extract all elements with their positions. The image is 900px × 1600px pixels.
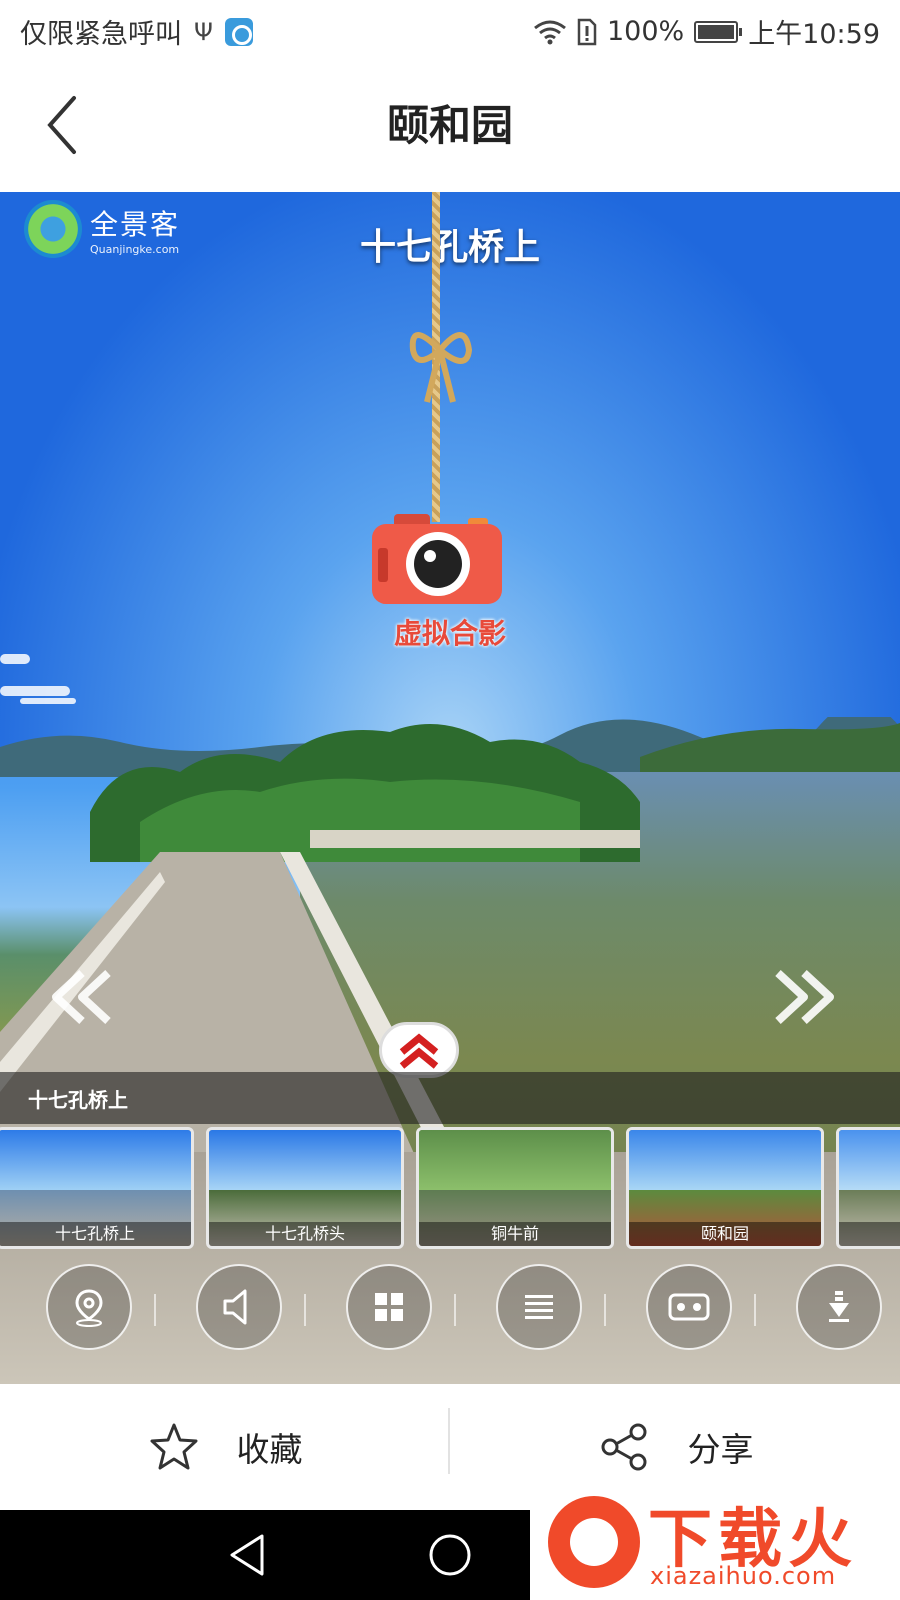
thumbnail-label: 颐和园 [629, 1222, 821, 1246]
double-chevron-up-icon [399, 1033, 439, 1069]
collapse-thumbnails-button[interactable] [379, 1022, 459, 1078]
vr-button[interactable] [646, 1264, 732, 1350]
scene-thumbnail[interactable]: 夫 [836, 1127, 900, 1249]
nav-home-icon[interactable] [425, 1530, 475, 1580]
clock: 上午10:59 [748, 19, 880, 50]
nav-back-icon[interactable] [222, 1530, 272, 1580]
toolbar-divider [454, 1294, 456, 1326]
status-right: 100% 上午10:59 [533, 12, 880, 51]
pano-sky [0, 192, 900, 752]
speaker-icon [223, 1289, 247, 1325]
cloud [20, 698, 76, 704]
scene-thumbnail[interactable]: 铜牛前 [416, 1127, 614, 1249]
sim-alert-icon [577, 18, 597, 45]
island-trees [90, 724, 640, 862]
list-button[interactable] [496, 1264, 582, 1350]
sound-button[interactable] [196, 1264, 282, 1350]
grid-button[interactable] [346, 1264, 432, 1350]
watermark-url: xiazaihuo.com [650, 1562, 837, 1590]
carrier-text: 仅限紧急呼叫 [20, 19, 182, 50]
scene-thumbnail[interactable]: 十七孔桥上 [0, 1127, 194, 1249]
status-bar: 仅限紧急呼叫 Ψ 100% 上午10:59 [0, 0, 900, 62]
scene-thumbnail[interactable]: 颐和园 [626, 1127, 824, 1249]
thumbnail-label: 铜牛前 [419, 1222, 611, 1246]
action-divider [448, 1408, 450, 1474]
current-scene-bar: 十七孔桥上 [0, 1072, 900, 1124]
share-icon [601, 1423, 646, 1471]
next-scene-icon[interactable] [770, 967, 840, 1027]
pano-toolbar [0, 1264, 900, 1354]
app-notification-icon [224, 17, 253, 46]
wifi-icon [534, 20, 566, 44]
current-scene-label: 十七孔桥上 [28, 1088, 128, 1112]
usb-icon: Ψ [194, 17, 213, 46]
virtual-photo-label[interactable]: 虚拟合影 [0, 612, 900, 652]
scene-thumbnails: 十七孔桥上 十七孔桥头 铜牛前 颐和园 夫 [0, 1127, 900, 1249]
download-button[interactable] [796, 1264, 882, 1350]
watermark-logo-icon [548, 1496, 640, 1588]
page-title: 颐和园 [386, 101, 513, 150]
location-pin-icon [75, 1289, 103, 1327]
vr-glasses-icon [668, 1293, 710, 1321]
grid-icon [375, 1293, 403, 1321]
rope-bow [409, 332, 473, 403]
scene-thumbnail[interactable]: 十七孔桥头 [206, 1127, 404, 1249]
toolbar-divider [304, 1294, 306, 1326]
status-left: 仅限紧急呼叫 Ψ [20, 12, 253, 51]
list-icon [525, 1295, 553, 1319]
toolbar-divider [154, 1294, 156, 1326]
location-button[interactable] [46, 1264, 132, 1350]
virtual-photo-camera-icon[interactable] [372, 514, 502, 604]
battery-icon [694, 20, 743, 43]
toolbar-divider [754, 1294, 756, 1326]
cloud [0, 686, 70, 696]
favorite-label: 收藏 [236, 1430, 303, 1469]
previous-scene-icon[interactable] [46, 967, 116, 1027]
thumbnail-label: 十七孔桥上 [0, 1222, 191, 1246]
watermark: 下载火 xiazaihuo.com [530, 1484, 900, 1600]
panorama-viewer[interactable]: 全景客 Quanjingke.com 十七孔桥上 虚拟合影 十七孔桥上 十七孔桥… [0, 192, 900, 1384]
cloud [0, 654, 30, 664]
favorite-button[interactable]: 收藏 [0, 1384, 449, 1510]
thumbnail-label: 夫 [839, 1222, 900, 1246]
app-header: 颐和园 [0, 62, 900, 192]
scene-title: 十七孔桥上 [359, 227, 540, 268]
battery-percent: 100% [606, 16, 685, 47]
download-icon [829, 1291, 849, 1322]
share-label: 分享 [687, 1430, 754, 1469]
thumbnail-label: 十七孔桥头 [209, 1222, 401, 1246]
toolbar-divider [604, 1294, 606, 1326]
star-icon [150, 1423, 197, 1470]
